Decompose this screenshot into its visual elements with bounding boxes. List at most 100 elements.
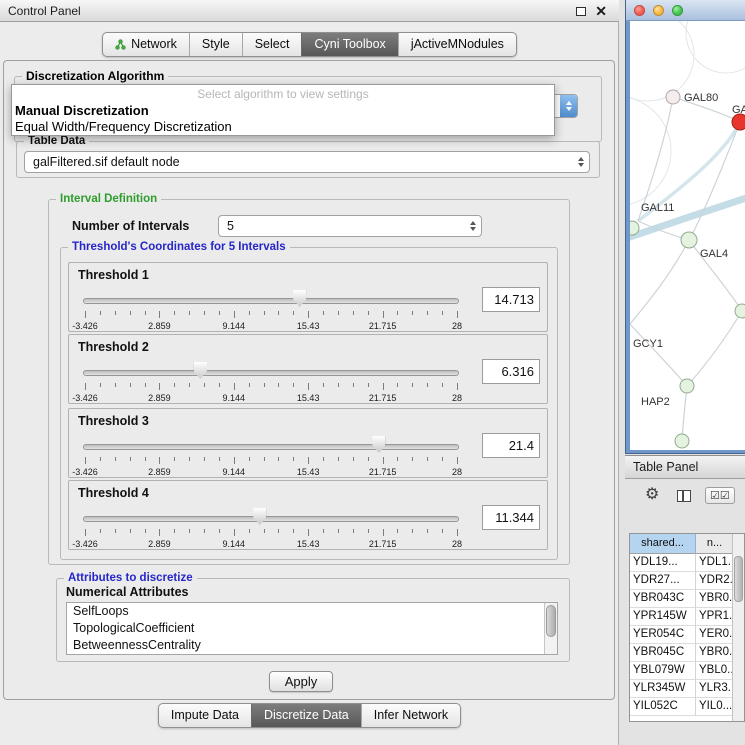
network-node[interactable] — [732, 114, 745, 130]
slider-thumb[interactable] — [194, 362, 207, 379]
tab-style[interactable]: Style — [189, 33, 242, 56]
list-item[interactable]: TopologicalCoefficient — [67, 620, 557, 637]
tab-cyni-toolbox[interactable]: Cyni Toolbox — [301, 33, 397, 56]
slider-scale: -3.4262.8599.14415.4321.71528 — [85, 393, 457, 404]
table-row[interactable]: YPR145WYPR1... — [630, 608, 744, 626]
slider-thumb[interactable] — [253, 508, 266, 525]
close-traffic-light-icon[interactable] — [634, 5, 645, 16]
numerical-attributes-list[interactable]: SelfLoopsTopologicalCoefficientBetweenne… — [66, 602, 558, 655]
tab-label: Style — [202, 33, 230, 56]
table-cell: YLR3... — [696, 680, 734, 698]
dropdown-option-equal-width-frequency[interactable]: Equal Width/Frequency Discretization — [12, 119, 554, 135]
network-graph: GAL80GAGAL11GAL4GCY1HAP2 — [630, 21, 745, 450]
network-node[interactable] — [675, 434, 689, 448]
column-header-1[interactable]: shared... — [630, 534, 696, 554]
list-item[interactable]: SelfLoops — [67, 603, 557, 620]
threshold-value-field[interactable]: 11.344 — [482, 505, 540, 530]
table-rows: YDL19...YDL1...YDR27...YDR2...YBR043CYBR… — [630, 554, 744, 716]
combobox-stepper-icon — [560, 95, 577, 117]
node-label: GAL80 — [684, 92, 718, 104]
threshold-slider[interactable]: -3.4262.8599.14415.4321.71528 — [83, 507, 459, 551]
table-row[interactable]: YLR345WYLR3... — [630, 680, 744, 698]
table-panel: ⚙ ☑☑ shared...n... YDL19...YDL1...YDR27.… — [625, 480, 745, 745]
bottom-tab-group: Impute Data Discretize Data Infer Network — [158, 703, 461, 728]
slider-thumb[interactable] — [372, 436, 385, 453]
table-row[interactable]: YIL052CYIL0... — [630, 698, 744, 716]
gear-icon[interactable]: ⚙ — [645, 486, 659, 504]
slider-track[interactable] — [83, 370, 459, 376]
table-cell: YER054C — [630, 626, 696, 644]
close-icon[interactable]: ✕ — [595, 0, 607, 22]
tab-impute-data[interactable]: Impute Data — [159, 704, 251, 727]
node-label: GCY1 — [633, 338, 663, 350]
scrollbar-thumb[interactable] — [546, 605, 556, 637]
tab-label: Impute Data — [171, 704, 239, 727]
table-cell: YBL079W — [630, 662, 696, 680]
tab-select[interactable]: Select — [242, 33, 302, 56]
tab-label: Infer Network — [374, 704, 448, 727]
numerical-attributes-label: Numerical Attributes — [66, 585, 188, 599]
apply-button[interactable]: Apply — [269, 671, 333, 692]
slider-thumb[interactable] — [293, 290, 306, 307]
tab-network[interactable]: Network — [103, 33, 189, 56]
table-row[interactable]: YBR045CYBR0... — [630, 644, 744, 662]
tab-discretize-data[interactable]: Discretize Data — [251, 704, 361, 727]
table-cell: YBR045C — [630, 644, 696, 662]
table-row[interactable]: YDR27...YDR2... — [630, 572, 744, 590]
attributes-scrollbar[interactable] — [544, 603, 557, 654]
zoom-traffic-light-icon[interactable] — [672, 5, 683, 16]
table-row[interactable]: YER054CYER0... — [630, 626, 744, 644]
network-node[interactable] — [666, 90, 680, 104]
threshold-panel-2: Threshold 2-3.4262.8599.14415.4321.71528… — [68, 334, 548, 404]
table-cell: YER0... — [696, 626, 734, 644]
number-of-intervals-combobox[interactable]: 5 — [218, 215, 482, 237]
select-columns-checkboxes-icon[interactable]: ☑☑ — [705, 487, 735, 504]
threshold-slider[interactable]: -3.4262.8599.14415.4321.71528 — [83, 361, 459, 405]
table-cell: YDR27... — [630, 572, 696, 590]
table-header-row: shared...n... — [630, 534, 744, 554]
minimize-traffic-light-icon[interactable] — [653, 5, 664, 16]
columns-icon[interactable] — [677, 490, 691, 502]
number-of-intervals-label: Number of Intervals — [72, 215, 189, 237]
table-cell: YBR0... — [696, 590, 734, 608]
threshold-slider[interactable]: -3.4262.8599.14415.4321.71528 — [83, 435, 459, 479]
tab-label: Cyni Toolbox — [314, 33, 385, 56]
slider-scale: -3.4262.8599.14415.4321.71528 — [85, 539, 457, 550]
table-cell: YDR2... — [696, 572, 734, 590]
threshold-value-field[interactable]: 6.316 — [482, 359, 540, 384]
tab-infer-network[interactable]: Infer Network — [361, 704, 460, 727]
network-faint-arcs — [630, 21, 745, 206]
slider-track[interactable] — [83, 298, 459, 304]
slider-track[interactable] — [83, 516, 459, 522]
network-window-titlebar[interactable] — [626, 0, 745, 21]
table-row[interactable]: YDL19...YDL1... — [630, 554, 744, 572]
float-window-icon[interactable] — [576, 7, 586, 16]
threshold-value-field[interactable]: 14.713 — [482, 287, 540, 312]
network-node[interactable] — [735, 304, 745, 318]
attributes-to-discretize-label: Attributes to discretize — [64, 571, 197, 585]
list-item[interactable]: BetweennessCentrality — [67, 637, 557, 654]
network-node[interactable] — [681, 232, 697, 248]
thresholds-coordinates-label: Threshold's Coordinates for 5 Intervals — [68, 240, 290, 254]
threshold-slider[interactable]: -3.4262.8599.14415.4321.71528 — [83, 289, 459, 333]
dropdown-option-manual-discretization[interactable]: Manual Discretization — [12, 103, 554, 119]
network-node[interactable] — [630, 221, 639, 235]
bottom-tab-bar: Impute Data Discretize Data Infer Network — [0, 703, 619, 728]
column-header-2[interactable]: n... — [696, 534, 734, 554]
threshold-label: Threshold 3 — [78, 414, 149, 428]
table-scrollbar[interactable] — [732, 534, 744, 721]
network-canvas[interactable]: GAL80GAGAL11GAL4GCY1HAP2 — [630, 21, 745, 450]
tab-jactivemnodules[interactable]: jActiveMNodules — [398, 33, 516, 56]
threshold-value-field[interactable]: 21.4 — [482, 433, 540, 458]
table-data-label: Table Data — [24, 134, 89, 148]
slider-track[interactable] — [83, 444, 459, 450]
table-data-combobox[interactable]: galFiltered.sif default node — [24, 151, 590, 173]
control-panel-titlebar: Control Panel ✕ — [0, 0, 619, 22]
table-row[interactable]: YBL079WYBL0... — [630, 662, 744, 680]
tab-label: jActiveMNodules — [411, 33, 504, 56]
combobox-stepper-icon — [572, 152, 589, 172]
node-label: GA — [732, 104, 745, 116]
scrollbar-thumb[interactable] — [734, 556, 743, 602]
table-row[interactable]: YBR043CYBR0... — [630, 590, 744, 608]
network-node[interactable] — [680, 379, 694, 393]
